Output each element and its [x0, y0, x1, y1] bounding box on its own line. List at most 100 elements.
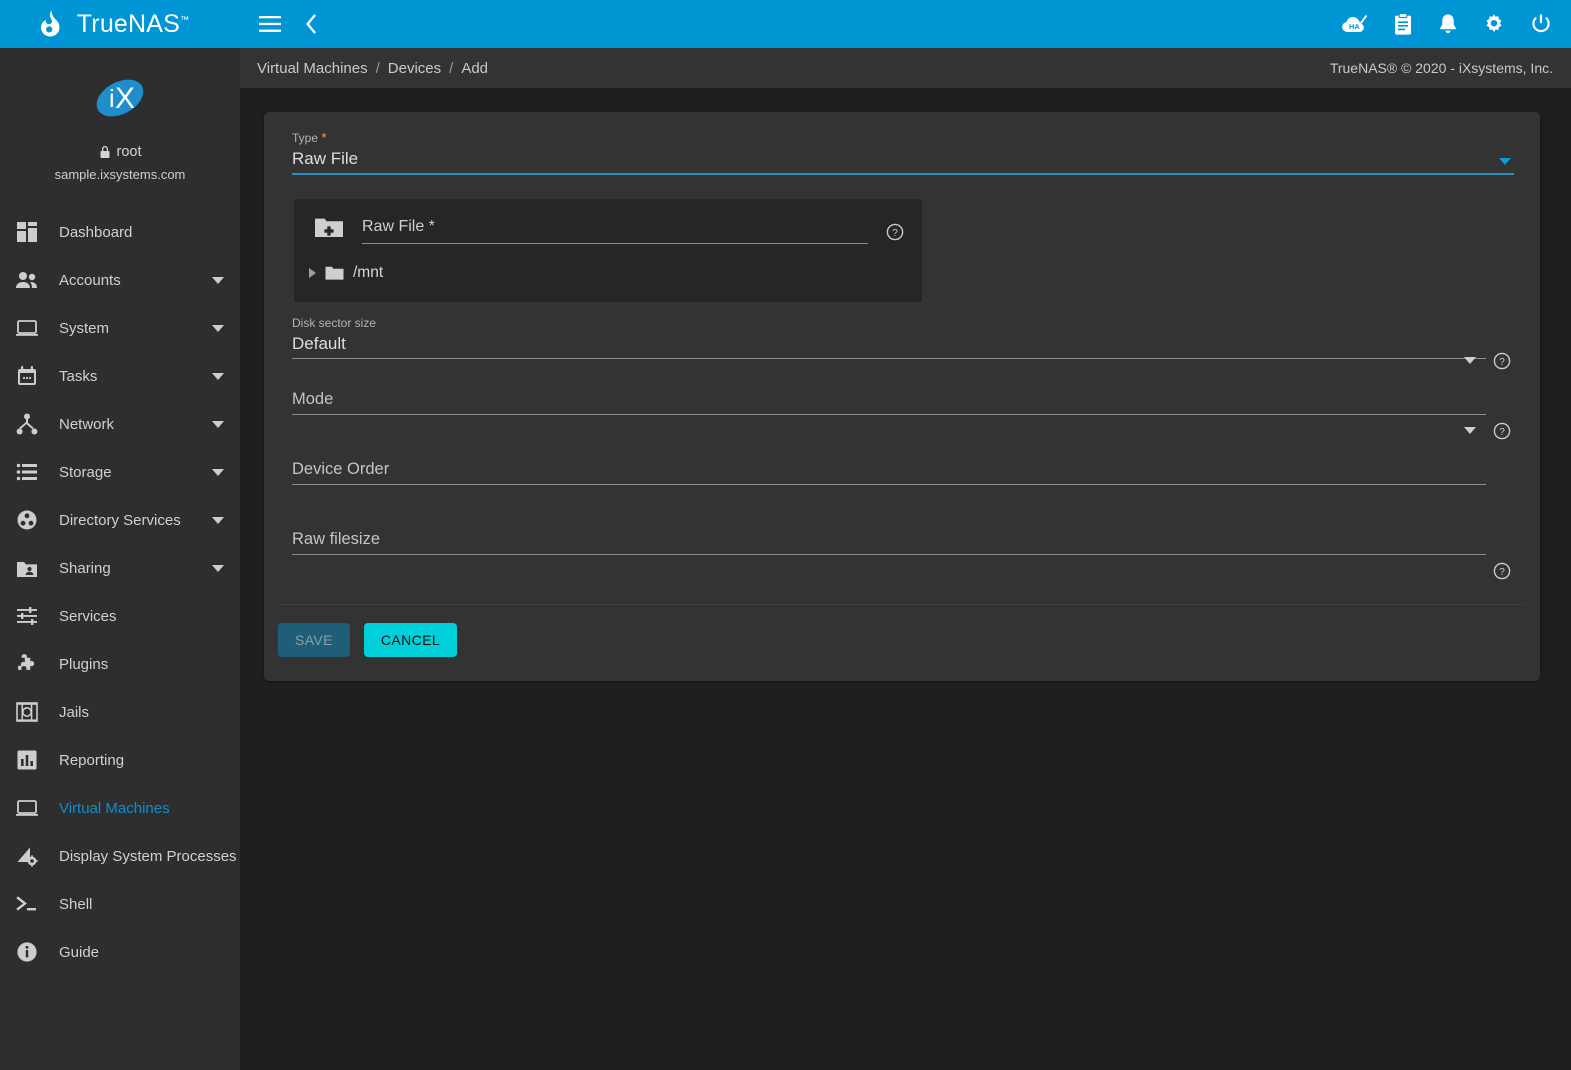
- chevron-down-icon[interactable]: [212, 373, 224, 380]
- svg-text:?: ?: [1499, 567, 1505, 578]
- svg-text:X: X: [115, 82, 135, 115]
- jail-icon: [12, 699, 42, 725]
- tree-node-label: /mnt: [353, 264, 383, 282]
- bell-icon[interactable]: [1438, 13, 1458, 35]
- sidebar-item-shell[interactable]: Shell: [0, 880, 240, 928]
- sidebar-item-label: Guide: [59, 944, 224, 961]
- toolbar-left-group: [259, 14, 317, 34]
- brand-trademark: ™: [180, 14, 189, 24]
- sidebar-item-label: Shell: [59, 896, 224, 913]
- raw-file-input-row: Raw File * ?: [294, 215, 922, 244]
- triangle-right-icon[interactable]: [309, 268, 316, 278]
- chevron-down-icon[interactable]: [212, 469, 224, 476]
- type-field[interactable]: Type * Raw File: [292, 131, 1514, 175]
- chevron-down-icon[interactable]: [1464, 427, 1476, 434]
- folder-add-icon[interactable]: [314, 215, 344, 239]
- terminal-icon: [12, 891, 42, 917]
- truenas-app-window: TrueNAS™ i X root sample.ixsystems.com: [0, 0, 1571, 1070]
- sidebar-item-label: System: [59, 320, 212, 337]
- device-form-card: Type * Raw File Raw File *: [264, 112, 1540, 681]
- cancel-button[interactable]: CANCEL: [364, 623, 457, 657]
- chevron-down-icon[interactable]: [1464, 357, 1476, 364]
- help-circle-icon[interactable]: ?: [1493, 422, 1511, 440]
- form-rows: Disk sector size Default ? Mode: [278, 316, 1526, 582]
- hamburger-menu-icon[interactable]: [259, 16, 281, 32]
- sidebar-item-label: Tasks: [59, 368, 212, 385]
- sidebar-item-label: Reporting: [59, 752, 224, 769]
- brand-header[interactable]: TrueNAS™: [0, 0, 240, 48]
- sidebar-item-display-system-processes[interactable]: Display System Processes: [0, 832, 240, 880]
- sidebar-item-network[interactable]: Network: [0, 400, 240, 448]
- disk-sector-size-field[interactable]: Disk sector size Default ?: [292, 316, 1486, 372]
- device-order-field[interactable]: Device Order: [292, 456, 1486, 512]
- tree-node-mnt[interactable]: /mnt: [294, 264, 922, 282]
- sidebar-item-directory-services[interactable]: Directory Services: [0, 496, 240, 544]
- chevron-down-icon[interactable]: [212, 421, 224, 428]
- breadcrumb-item-virtual-machines[interactable]: Virtual Machines: [249, 60, 376, 77]
- sidebar-item-guide[interactable]: Guide: [0, 928, 240, 976]
- power-icon[interactable]: [1530, 13, 1552, 35]
- folder-icon: [325, 265, 344, 281]
- chevron-down-icon[interactable]: [212, 277, 224, 284]
- type-field-label: Type *: [292, 131, 1514, 145]
- sidebar-item-virtual-machines[interactable]: Virtual Machines: [0, 784, 240, 832]
- type-field-underline: [292, 173, 1514, 175]
- ix-logo-icon: i X: [92, 70, 148, 126]
- sidebar-item-jails[interactable]: Jails: [0, 688, 240, 736]
- sidebar-item-services[interactable]: Services: [0, 592, 240, 640]
- storage-list-icon: [12, 459, 42, 485]
- svg-text:i: i: [109, 85, 115, 113]
- type-field-value: Raw File: [292, 147, 1514, 173]
- breadcrumb: Virtual Machines / Devices / Add: [249, 60, 496, 77]
- processes-gear-icon: [12, 843, 42, 869]
- sidebar-item-dashboard[interactable]: Dashboard: [0, 208, 240, 256]
- toolbar-right-group: HA: [1340, 13, 1552, 36]
- main-region: HA Virtual Ma: [240, 0, 1571, 1070]
- sidebar-item-storage[interactable]: Storage: [0, 448, 240, 496]
- help-circle-icon[interactable]: ?: [1493, 352, 1511, 370]
- calendar-icon: [12, 363, 42, 389]
- raw-filesize-placeholder: Raw filesize: [292, 526, 1486, 554]
- help-circle-icon[interactable]: ?: [1493, 562, 1511, 580]
- mode-underline: [292, 414, 1486, 415]
- puzzle-icon: [12, 651, 42, 677]
- folder-share-icon: [12, 555, 42, 581]
- sidebar-item-label: Virtual Machines: [59, 800, 224, 817]
- raw-file-input-wrap[interactable]: Raw File *: [362, 216, 868, 244]
- raw-file-input-label: Raw File *: [362, 216, 868, 238]
- chevron-down-icon[interactable]: [212, 325, 224, 332]
- raw-filesize-field[interactable]: Raw filesize ?: [292, 526, 1486, 582]
- copyright-label: TrueNAS® © 2020 - iXsystems, Inc.: [1330, 60, 1553, 76]
- mode-placeholder: Mode: [292, 386, 1486, 414]
- sidebar-item-tasks[interactable]: Tasks: [0, 352, 240, 400]
- sidebar-item-label: Plugins: [59, 656, 224, 673]
- disk-sector-size-value: Default: [292, 332, 1486, 358]
- network-node-icon: [12, 411, 42, 437]
- chevron-down-icon[interactable]: [212, 517, 224, 524]
- sidebar-item-reporting[interactable]: Reporting: [0, 736, 240, 784]
- sidebar-item-label: Network: [59, 416, 212, 433]
- mode-field[interactable]: Mode ?: [292, 386, 1486, 442]
- chevron-down-icon[interactable]: [1499, 158, 1511, 165]
- ha-cloud-icon[interactable]: HA: [1340, 13, 1368, 35]
- hostname-label: sample.ixsystems.com: [0, 167, 240, 182]
- sidebar-item-accounts[interactable]: Accounts: [0, 256, 240, 304]
- chevron-left-icon[interactable]: [305, 14, 317, 34]
- username-label: root: [117, 144, 142, 160]
- breadcrumb-item-devices[interactable]: Devices: [380, 60, 449, 77]
- save-button[interactable]: SAVE: [278, 623, 350, 657]
- info-icon: [12, 939, 42, 965]
- disk-sector-size-label: Disk sector size: [292, 316, 1486, 330]
- gear-icon[interactable]: [1483, 13, 1505, 35]
- sidebar-item-sharing[interactable]: Sharing: [0, 544, 240, 592]
- sliders-icon: [12, 603, 42, 629]
- clipboard-icon[interactable]: [1393, 13, 1413, 36]
- help-circle-icon[interactable]: ?: [886, 223, 904, 241]
- truenas-logo-icon: [37, 9, 67, 39]
- breadcrumb-item-add: Add: [453, 60, 496, 77]
- chevron-down-icon[interactable]: [212, 565, 224, 572]
- top-toolbar: HA: [240, 0, 1571, 48]
- sidebar-item-label: Jails: [59, 704, 224, 721]
- sidebar-item-system[interactable]: System: [0, 304, 240, 352]
- sidebar-item-plugins[interactable]: Plugins: [0, 640, 240, 688]
